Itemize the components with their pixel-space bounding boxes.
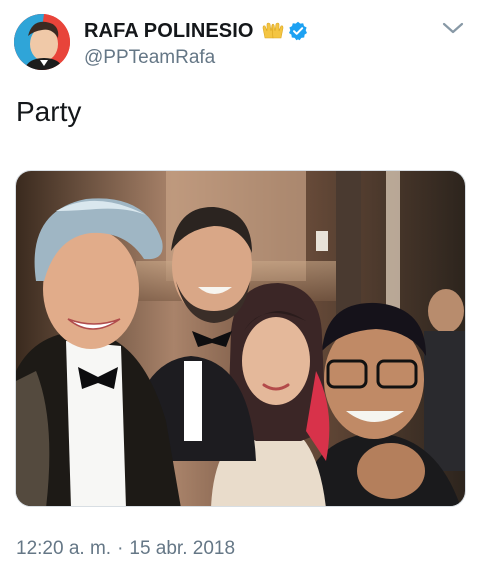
tweet-date: 15 abr. 2018 [129, 538, 236, 559]
hands-emoji-icon [262, 22, 284, 40]
avatar-image [14, 14, 70, 70]
tweet-timestamp[interactable]: 12:20 a. m. · 15 abr. 2018 [16, 538, 235, 560]
verified-badge-icon [288, 21, 308, 41]
chevron-down-icon[interactable] [440, 18, 466, 38]
timestamp-separator: · [117, 538, 124, 559]
tweet-text: Party [16, 96, 82, 127]
tweet-header: RAFA POLINESIO @PPTeamRafa [0, 0, 480, 86]
name-row: RAFA POLINESIO [84, 18, 308, 44]
user-handle[interactable]: @PPTeamRafa [84, 47, 215, 69]
tweet-photo[interactable] [15, 170, 466, 507]
photo-image [16, 171, 465, 506]
tweet-time: 12:20 a. m. [16, 538, 112, 559]
display-name[interactable]: RAFA POLINESIO [84, 20, 254, 43]
avatar[interactable] [14, 14, 70, 70]
